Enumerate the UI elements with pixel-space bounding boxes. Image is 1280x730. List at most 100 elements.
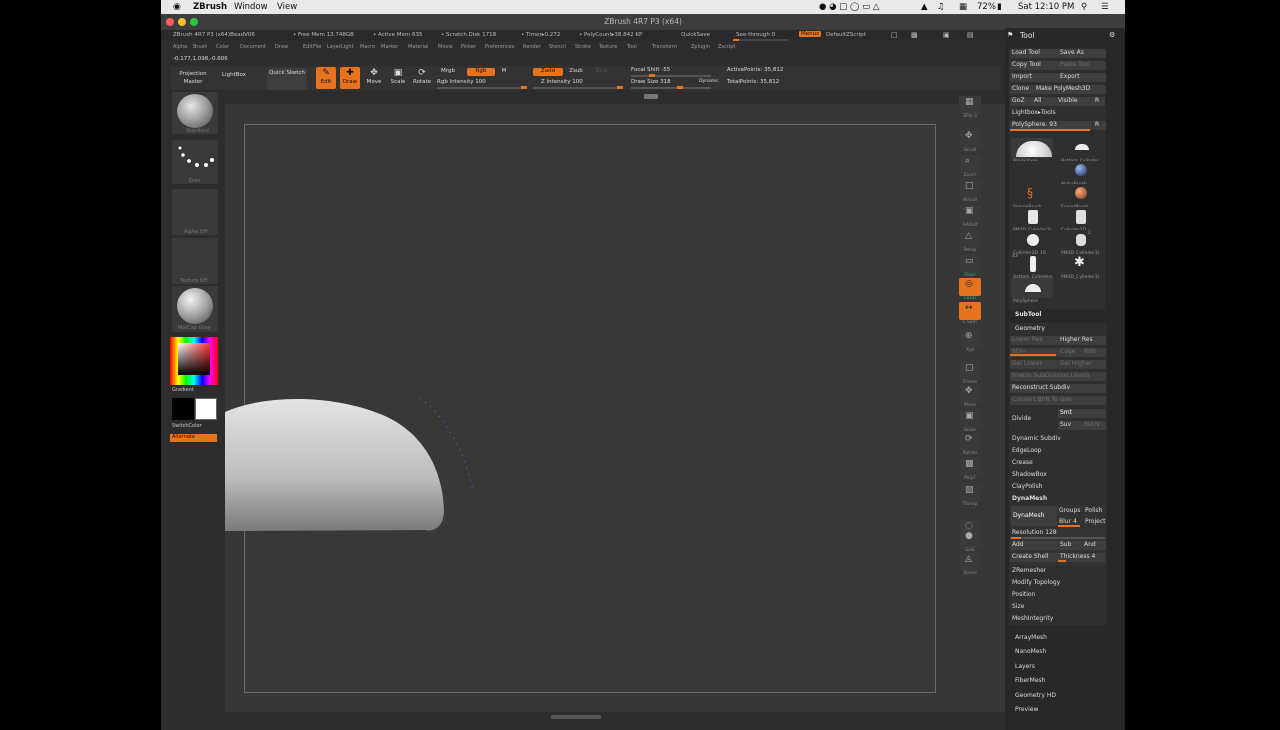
menu-light[interactable]: Light — [341, 44, 353, 50]
polish-toggle[interactable]: Polish — [1085, 507, 1102, 514]
dynamic-subdiv-header[interactable]: Dynamic Subdiv — [1012, 435, 1061, 442]
preview-header[interactable]: Preview — [1015, 706, 1038, 713]
geometry-header[interactable]: Geometry — [1015, 325, 1045, 332]
menu-file[interactable]: File — [313, 44, 321, 50]
menu-layer[interactable]: Layer — [327, 44, 341, 50]
shelf-l-sym-button[interactable]: ↔ — [959, 302, 981, 320]
rotate-button[interactable]: ⟳ Rotate — [412, 67, 432, 89]
tool-thumbnail[interactable] — [1059, 184, 1101, 204]
main-color-swatch[interactable] — [172, 398, 194, 420]
make-polymesh-button[interactable]: Make PolyMesh3D — [1034, 85, 1106, 94]
calendar-icon[interactable]: ▦ — [959, 2, 967, 12]
shelf-frame-button[interactable]: ▢ — [959, 362, 981, 380]
layout-toggle-icon[interactable]: ▤ — [967, 31, 974, 39]
and-button[interactable]: And — [1082, 541, 1106, 550]
shelf-persp-button[interactable]: △ — [959, 230, 981, 248]
quicksave-button[interactable]: QuickSave — [681, 32, 710, 38]
shelf-rotate-button[interactable]: ⟳ — [959, 433, 981, 451]
menu-color[interactable]: Color — [216, 44, 229, 50]
focal-shift-slider[interactable]: Focal Shift -55 — [631, 67, 691, 75]
modify-topology-header[interactable]: Modify Topology — [1012, 579, 1060, 586]
subtool-header[interactable]: SubTool — [1015, 311, 1041, 318]
menubar-app-name[interactable]: ZBrush — [193, 2, 227, 12]
tool-thumbnail[interactable]: § — [1011, 184, 1053, 204]
tool-thumbnail[interactable] — [1011, 138, 1053, 158]
dynamesh-header[interactable]: DynaMesh — [1012, 495, 1047, 502]
zremesher-header[interactable]: ZRemesher — [1012, 567, 1046, 574]
shelf-scale-button[interactable]: ▣ — [959, 410, 981, 428]
position-header[interactable]: Position — [1012, 591, 1035, 598]
dynamic-button[interactable]: Dynamic — [695, 79, 723, 87]
reconstruct-subdiv-button[interactable]: Reconstruct Subdiv — [1010, 384, 1106, 393]
claypolish-header[interactable]: ClayPolish — [1012, 483, 1042, 490]
save-as-button[interactable]: Save As — [1058, 49, 1106, 58]
quick-sketch-button[interactable]: Quick Sketch — [267, 68, 307, 90]
layout-toggle-icon[interactable]: ▩ — [911, 31, 918, 39]
layout-toggle-icon[interactable]: □ — [891, 31, 898, 39]
switch-color-button[interactable]: SwitchColor — [172, 423, 202, 429]
crease-header[interactable]: Crease — [1012, 459, 1033, 466]
export-button[interactable]: Export — [1058, 73, 1106, 82]
menu-alpha[interactable]: Alpha — [173, 44, 187, 50]
panel-settings-icon[interactable]: ⚙ — [1109, 31, 1115, 39]
tool-thumbnail[interactable] — [1059, 230, 1101, 250]
lightbox-tools-button[interactable]: Lightbox▸Tools — [1010, 109, 1106, 118]
menu-texture[interactable]: Texture — [599, 44, 617, 50]
menu-stencil[interactable]: Stencil — [549, 44, 566, 50]
menu-picker[interactable]: Picker — [461, 44, 476, 50]
suv-toggle[interactable]: Suv — [1058, 421, 1082, 430]
move-button[interactable]: ✥ Move — [364, 67, 384, 89]
menubar-clock[interactable]: Sat 12:10 PM — [1018, 2, 1074, 12]
volume-icon[interactable]: ♫ — [937, 2, 945, 12]
z-intensity-slider[interactable]: Z Intensity 100 — [541, 79, 621, 87]
wifi-icon[interactable]: ▲ — [921, 2, 928, 12]
shelf-move-button[interactable]: ✥ — [959, 385, 981, 403]
paste-tool-button[interactable]: Paste Tool — [1058, 61, 1106, 70]
rgb-intensity-slider[interactable]: Rgb Intensity 100 — [437, 79, 519, 87]
edit-button[interactable]: ✎ Edit — [316, 67, 336, 89]
dynamesh-button[interactable]: DynaMesh — [1011, 506, 1057, 526]
menu-brush[interactable]: Brush — [193, 44, 207, 50]
copy-tool-button[interactable]: Copy Tool — [1010, 61, 1058, 70]
shelf-spix-3-button[interactable]: ▦ — [959, 96, 981, 114]
sub-button[interactable]: Sub — [1058, 541, 1082, 550]
menu-transform[interactable]: Transform — [652, 44, 677, 50]
tool-thumbnail[interactable]: ✱ — [1059, 254, 1101, 274]
tool-thumbnail[interactable] — [1011, 207, 1053, 227]
divide-button[interactable]: Divide — [1012, 415, 1031, 422]
zadd-button[interactable]: Zadd — [533, 68, 563, 76]
apple-icon[interactable]: ◉ — [173, 2, 181, 12]
menus-button[interactable]: Menus — [799, 31, 821, 37]
shelf-actual-button[interactable]: □ — [959, 180, 981, 198]
project-toggle[interactable]: Project — [1085, 518, 1106, 525]
menubar-window[interactable]: Window — [234, 2, 268, 12]
material-selector[interactable]: MatCap Gray — [172, 286, 218, 332]
menubar-view[interactable]: View — [277, 2, 297, 12]
import-button[interactable]: Import — [1010, 73, 1058, 82]
layers-header[interactable]: Layers — [1015, 663, 1035, 670]
tool-thumbnail[interactable] — [1059, 161, 1101, 181]
color-picker[interactable] — [170, 337, 218, 385]
gradient-label[interactable]: Gradient — [172, 387, 194, 393]
tool-thumbnail[interactable] — [1059, 138, 1101, 158]
all-button[interactable]: All — [1032, 97, 1056, 106]
menu-movie[interactable]: Movie — [438, 44, 453, 50]
cage-button[interactable]: Cage — [1058, 348, 1082, 357]
tool-thumbnail[interactable] — [1011, 161, 1053, 181]
shelf-polyf-button[interactable]: ▩ — [959, 458, 981, 476]
texture-selector[interactable]: Texture Off — [172, 238, 218, 284]
freeze-subdiv-button[interactable]: Freeze SubDivision Levels — [1010, 372, 1106, 381]
tool-thumbnail[interactable] — [1011, 230, 1053, 250]
geometry-hd-header[interactable]: Geometry HD — [1015, 692, 1056, 699]
blur-slider[interactable]: Blur 4 — [1059, 518, 1077, 525]
shelf-xpose-button[interactable]: ◬ — [959, 553, 981, 571]
tool-thumbnail[interactable] — [1011, 278, 1053, 298]
create-shell-button[interactable]: Create Shell — [1010, 553, 1058, 562]
r-button[interactable]: R — [1094, 97, 1105, 106]
menu-zplugin[interactable]: Zplugin — [691, 44, 710, 50]
menu-macro[interactable]: Macro — [360, 44, 375, 50]
menu-marker[interactable]: Marker — [381, 44, 398, 50]
shadowbox-header[interactable]: ShadowBox — [1012, 471, 1047, 478]
menu-material[interactable]: Material — [408, 44, 428, 50]
3d-model-mesh[interactable] — [225, 380, 625, 540]
